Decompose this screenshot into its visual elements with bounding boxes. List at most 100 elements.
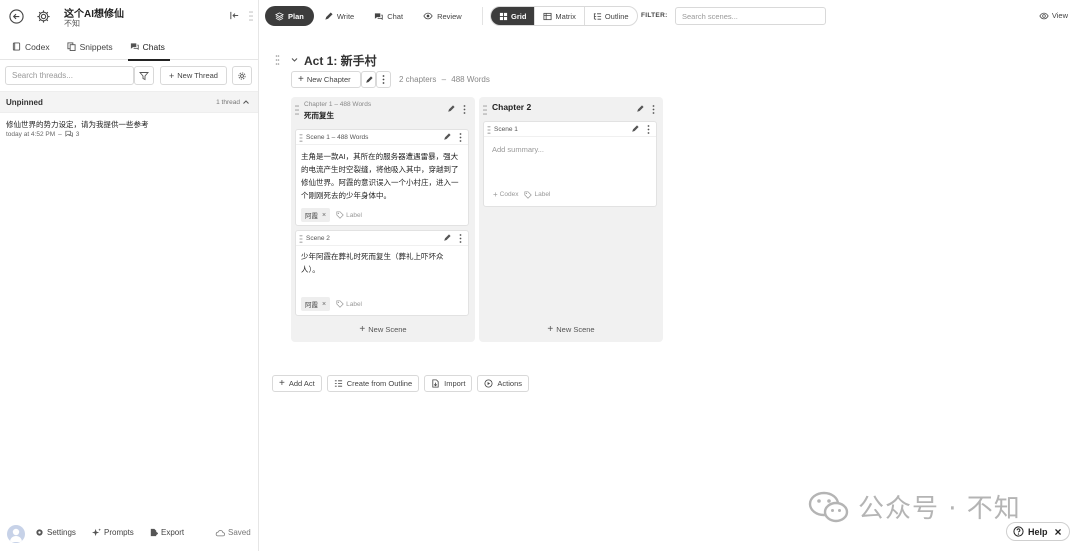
tab-codex[interactable]: Codex	[10, 33, 59, 60]
pencil-icon[interactable]	[443, 133, 451, 141]
add-codex-button[interactable]: + Codex	[493, 190, 518, 199]
settings-button[interactable]: Settings	[35, 528, 76, 537]
filter-label: FILTER:	[641, 12, 668, 19]
more-icon[interactable]	[652, 105, 655, 114]
scene-summary[interactable]: 少年阿霞在葬礼时死而复生（葬礼上吓坏众人）。	[301, 250, 460, 276]
scene-card[interactable]: Scene 2 少年阿霞在葬礼时死而复生（葬礼上吓坏众人）。 阿霞 × Label	[295, 230, 469, 316]
chevron-down-icon[interactable]	[290, 56, 299, 64]
mode-chat-button[interactable]: Chat	[364, 6, 413, 26]
export-button[interactable]: Export	[149, 528, 184, 537]
replies-icon	[65, 130, 73, 138]
drag-handle-icon[interactable]	[299, 134, 303, 142]
create-from-outline-button[interactable]: Create from Outline	[326, 375, 420, 392]
close-icon[interactable]: ×	[322, 212, 326, 219]
help-button[interactable]: Help ×	[1006, 522, 1070, 541]
mode-plan-label: Plan	[288, 11, 304, 21]
drag-handle-icon[interactable]	[295, 105, 299, 115]
new-scene-button[interactable]: + New Scene	[291, 324, 475, 335]
view-matrix-label: Matrix	[555, 11, 576, 21]
thread-list-item[interactable]: 修仙世界的势力设定，请为我提供一些参考 today at 4:52 PM – 3	[0, 115, 258, 141]
pencil-icon[interactable]	[636, 105, 644, 113]
thread-replies-count: 3	[75, 130, 80, 138]
scene-card[interactable]: Scene 1 – 488 Words 主角是一款AI，其所在的服务器遭遇雷暴，…	[295, 129, 469, 226]
chat-settings-gear-icon[interactable]	[232, 66, 252, 85]
new-scene-button[interactable]: + New Scene	[479, 324, 663, 335]
edit-act-pencil-icon[interactable]	[361, 71, 376, 88]
plus-icon: +	[279, 378, 285, 389]
drag-handle-icon[interactable]	[249, 11, 253, 21]
more-icon[interactable]	[459, 234, 462, 243]
sidebar-footer: Settings Prompts Export Saved	[0, 522, 258, 546]
chapter-title[interactable]: 死而复生	[304, 110, 334, 121]
save-status-label: Saved	[228, 528, 251, 537]
drag-handle-icon[interactable]	[487, 126, 491, 134]
cloud-icon	[215, 529, 225, 537]
scene-summary-placeholder[interactable]: Add summary...	[492, 145, 544, 154]
new-thread-button[interactable]: + New Thread	[160, 66, 227, 85]
chevron-up-icon[interactable]	[242, 98, 250, 106]
pencil-icon[interactable]	[631, 125, 639, 133]
plus-icon: +	[493, 190, 498, 199]
chapter-meta: Chapter 1 – 488 Words	[304, 101, 372, 108]
more-icon[interactable]	[647, 125, 650, 134]
unpinned-count: 1 thread	[216, 99, 240, 106]
gear-icon[interactable]	[35, 8, 51, 24]
act-title[interactable]: Act 1: 新手村	[304, 52, 377, 69]
thread-search-row: + New Thread	[0, 60, 258, 90]
pencil-icon[interactable]	[447, 105, 455, 113]
tab-chats[interactable]: Chats	[127, 33, 174, 61]
import-button[interactable]: Import	[424, 375, 473, 392]
drag-handle-icon[interactable]	[275, 55, 280, 65]
view-outline-button[interactable]: Outline	[585, 7, 637, 25]
actions-label: Actions	[497, 379, 523, 388]
tab-snippets[interactable]: Snippets	[65, 33, 122, 60]
avatar[interactable]	[7, 525, 25, 543]
act-word-count: 488 Words	[451, 75, 490, 84]
close-icon[interactable]: ×	[1055, 525, 1062, 539]
collapse-sidebar-icon[interactable]	[229, 10, 240, 21]
sidebar: 这个AI想修仙 不知 Codex Snippets Chats + New Th…	[0, 0, 259, 551]
plus-icon: +	[359, 324, 366, 335]
prompts-button[interactable]: Prompts	[92, 528, 134, 537]
eye-icon	[423, 12, 433, 20]
actions-button[interactable]: Actions	[477, 375, 530, 392]
mode-plan-button[interactable]: Plan	[265, 6, 314, 26]
mode-chat-label: Chat	[387, 11, 404, 21]
pencil-icon[interactable]	[443, 234, 451, 242]
view-grid-button[interactable]: Grid	[491, 7, 536, 25]
filter-icon[interactable]	[134, 66, 154, 85]
new-chapter-label: New Chapter	[306, 75, 351, 84]
scene-card[interactable]: Scene 1 Add summary... + Codex Label	[483, 121, 657, 207]
more-icon[interactable]	[463, 105, 466, 114]
mode-write-label: Write	[336, 11, 355, 21]
view-options-button[interactable]: View	[1039, 11, 1068, 20]
act-more-icon[interactable]	[376, 71, 391, 88]
add-label-button[interactable]: Label	[336, 300, 362, 308]
unpinned-section-header[interactable]: Unpinned 1 thread	[0, 91, 258, 113]
new-chapter-button[interactable]: + New Chapter	[291, 71, 361, 88]
close-icon[interactable]: ×	[322, 301, 326, 308]
play-circle-icon	[484, 379, 493, 388]
drag-handle-icon[interactable]	[483, 105, 487, 115]
scene-summary[interactable]: 主角是一款AI，其所在的服务器遭遇雷暴，强大的电流产生时空裂缝，将他吸入其中，穿…	[301, 150, 460, 202]
character-tag[interactable]: 阿霞 ×	[301, 297, 331, 311]
add-label-button[interactable]: Label	[524, 190, 550, 199]
back-icon[interactable]	[8, 8, 24, 24]
more-icon[interactable]	[459, 133, 462, 142]
add-label-button[interactable]: Label	[336, 211, 362, 219]
scene-tags: + Codex Label	[493, 190, 550, 199]
mode-write-button[interactable]: Write	[314, 6, 364, 26]
thread-search-input[interactable]	[5, 66, 134, 85]
chapter-title[interactable]: Chapter 2	[492, 102, 531, 112]
mode-review-button[interactable]: Review	[413, 6, 472, 26]
wechat-icon	[808, 490, 850, 524]
scene-search-input[interactable]	[675, 7, 826, 25]
chats-icon	[130, 42, 139, 51]
view-matrix-button[interactable]: Matrix	[535, 7, 585, 25]
thread-meta-separator: –	[58, 130, 62, 138]
help-icon	[1013, 526, 1024, 537]
drag-handle-icon[interactable]	[299, 235, 303, 243]
add-act-button[interactable]: + Add Act	[272, 375, 322, 392]
grid-icon	[499, 12, 508, 21]
character-tag[interactable]: 阿霞 ×	[301, 208, 331, 222]
